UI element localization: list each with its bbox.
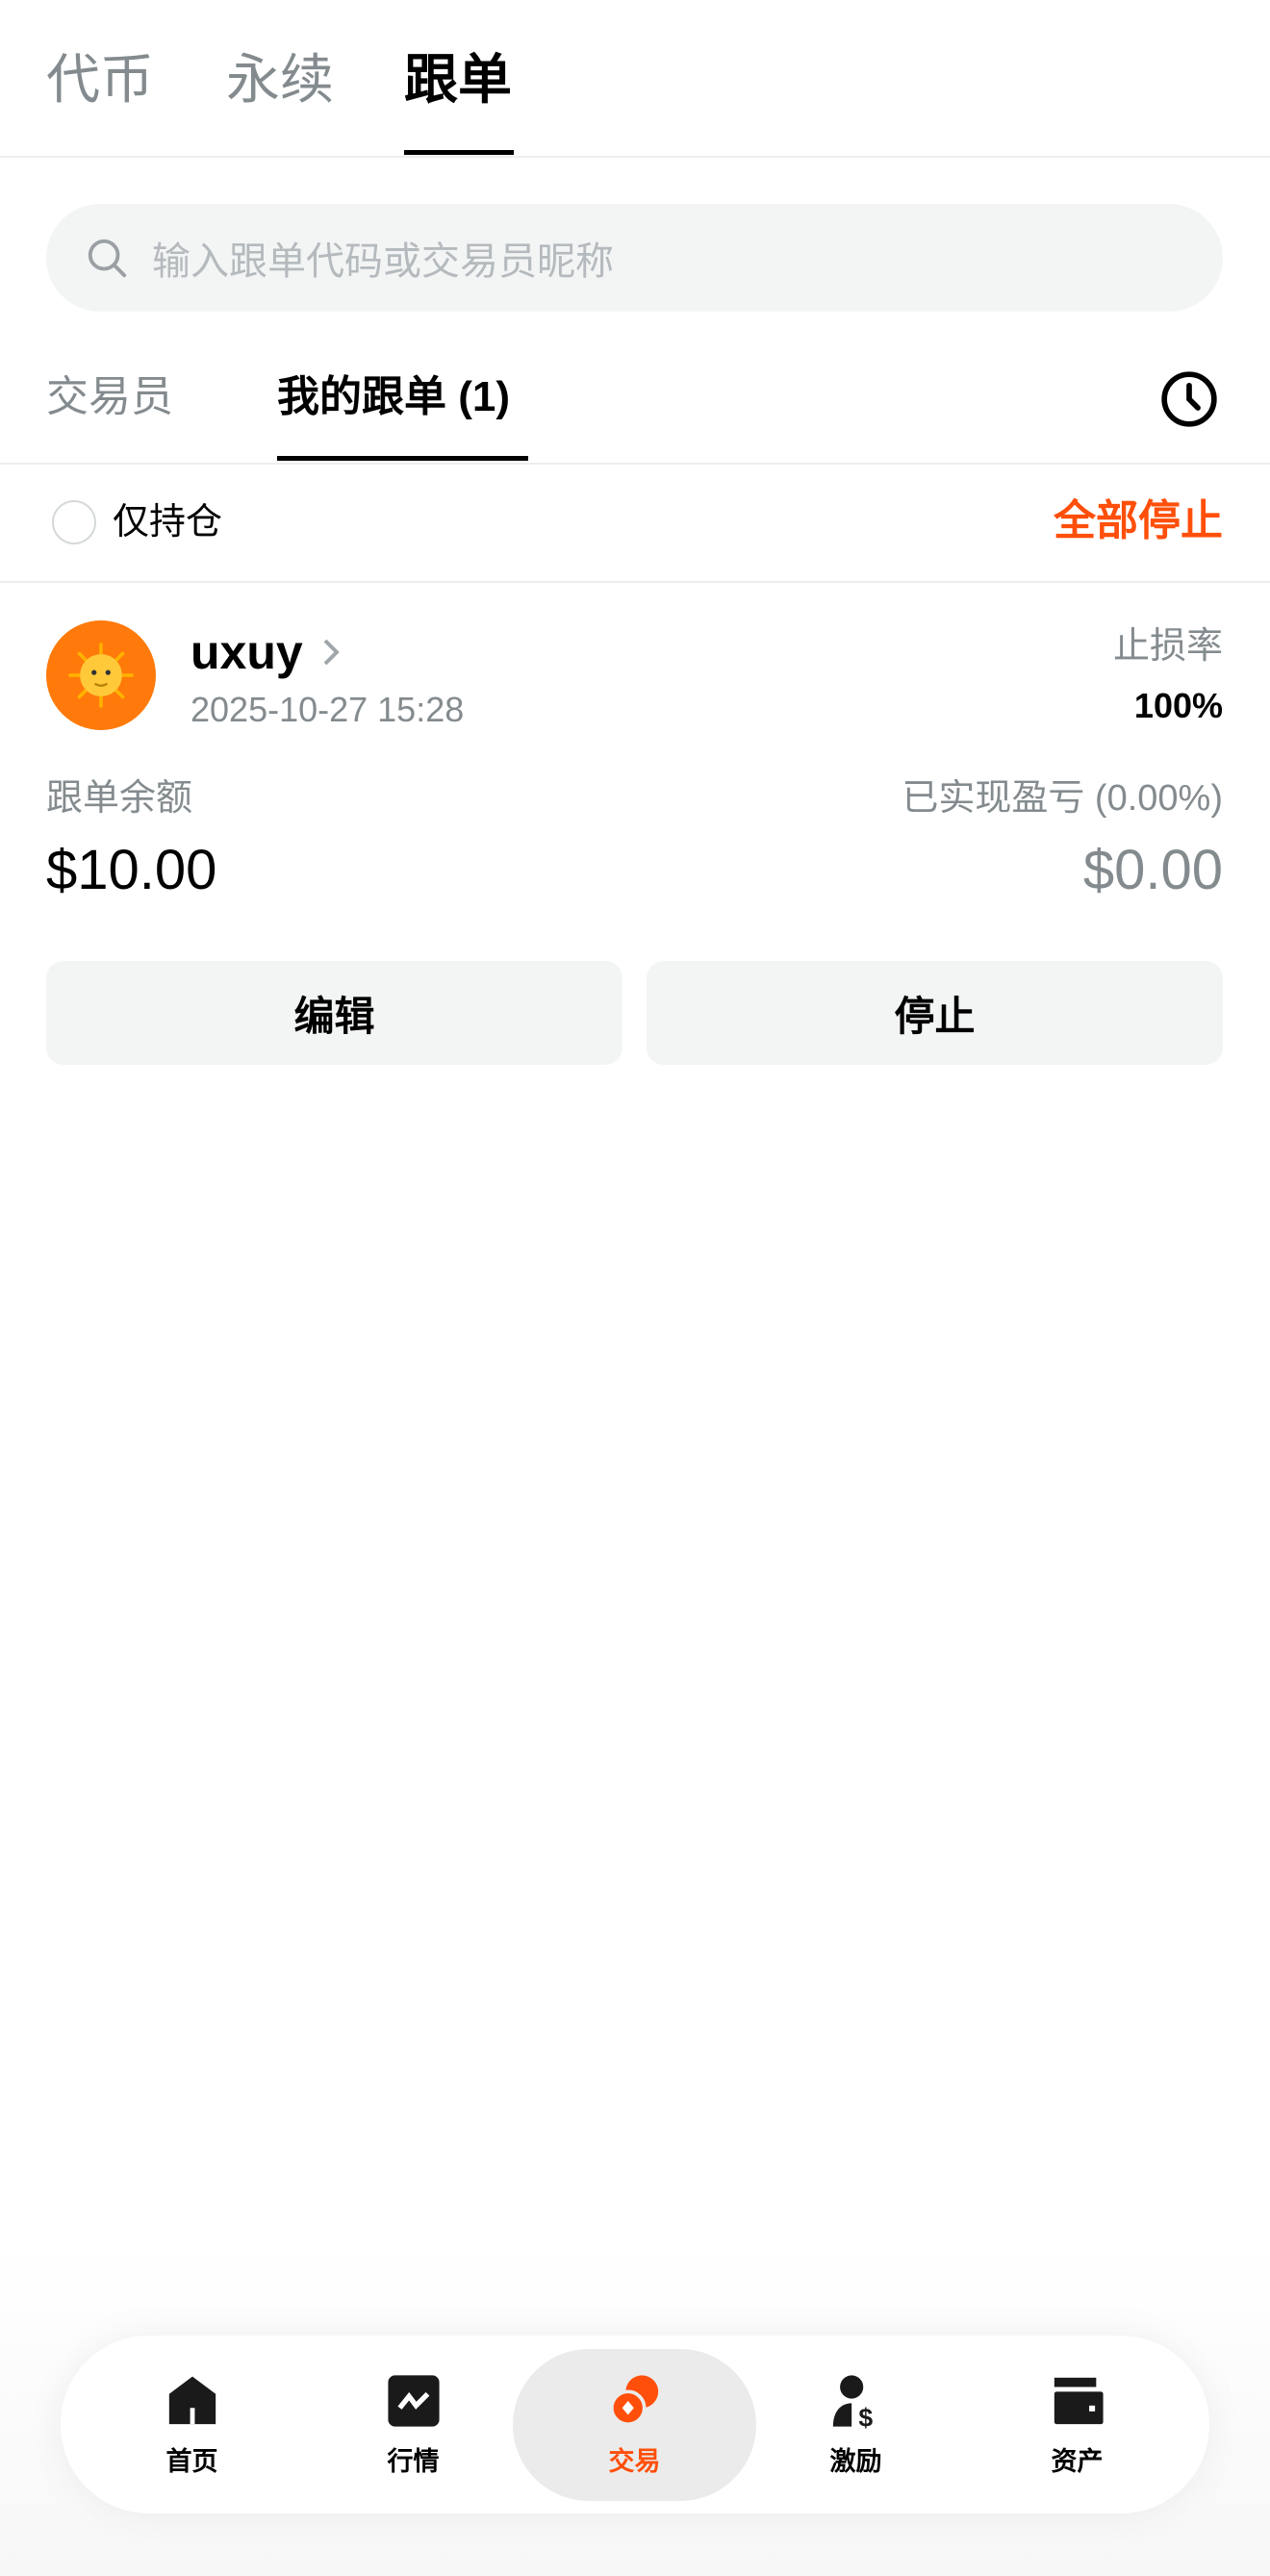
bottom-nav: 首页 行情 交易 $ 激励 资产 bbox=[61, 2336, 1209, 2513]
tab-underline bbox=[404, 150, 514, 155]
divider bbox=[0, 156, 1270, 158]
edit-button[interactable]: 编辑 bbox=[46, 961, 622, 1065]
trader-name-link[interactable]: uxuy bbox=[190, 623, 342, 681]
subtab-underline bbox=[277, 456, 528, 461]
nav-label: 行情 bbox=[388, 2440, 440, 2478]
divider bbox=[0, 463, 1270, 465]
only-positions-label: 仅持仓 bbox=[113, 500, 222, 544]
nav-trade[interactable]: 交易 bbox=[513, 2349, 756, 2501]
sun-face-icon bbox=[67, 642, 135, 709]
stop-all-button[interactable]: 全部停止 bbox=[1054, 494, 1223, 548]
user-dollar-icon: $ bbox=[828, 2373, 884, 2429]
wallet-icon bbox=[1050, 2373, 1105, 2429]
only-positions-checkbox[interactable] bbox=[52, 500, 96, 544]
stop-loss-value: 100% bbox=[1134, 685, 1223, 727]
nav-market[interactable]: 行情 bbox=[292, 2349, 535, 2501]
balance-label: 跟单余额 bbox=[46, 775, 192, 821]
copy-start-datetime: 2025-10-27 15:28 bbox=[190, 689, 464, 731]
svg-text:$: $ bbox=[858, 2403, 873, 2428]
tab-copy-trading[interactable]: 跟单 bbox=[404, 46, 512, 114]
nav-label: 交易 bbox=[609, 2440, 661, 2478]
divider bbox=[0, 581, 1270, 583]
nav-label: 资产 bbox=[1052, 2440, 1104, 2478]
realized-pnl-value: $0.00 bbox=[1083, 837, 1223, 904]
trader-avatar[interactable] bbox=[46, 620, 156, 730]
search-icon bbox=[85, 236, 129, 280]
realized-pnl-label: 已实现盈亏 (0.00%) bbox=[902, 775, 1223, 821]
chart-icon bbox=[386, 2373, 442, 2429]
trade-coins-icon bbox=[607, 2373, 663, 2429]
nav-label: 首页 bbox=[166, 2440, 218, 2478]
chevron-right-icon bbox=[320, 637, 342, 668]
nav-assets[interactable]: 资产 bbox=[955, 2349, 1199, 2501]
tab-perpetual[interactable]: 永续 bbox=[226, 46, 334, 114]
search-input[interactable]: 输入跟单代码或交易员昵称 bbox=[46, 204, 1223, 312]
home-icon bbox=[165, 2373, 220, 2429]
subtab-my-copies[interactable]: 我的跟单 (1) bbox=[277, 370, 510, 424]
balance-value: $10.00 bbox=[46, 837, 216, 904]
subtab-traders[interactable]: 交易员 bbox=[46, 370, 173, 424]
nav-label: 激励 bbox=[830, 2440, 882, 2478]
search-placeholder: 输入跟单代码或交易员昵称 bbox=[152, 230, 614, 286]
nav-rewards[interactable]: $ 激励 bbox=[734, 2349, 978, 2501]
stop-button[interactable]: 停止 bbox=[647, 961, 1223, 1065]
history-clock-icon[interactable] bbox=[1159, 369, 1219, 429]
tab-tokens[interactable]: 代币 bbox=[46, 46, 154, 114]
stop-loss-label: 止损率 bbox=[1113, 623, 1223, 669]
trader-name: uxuy bbox=[190, 623, 303, 681]
nav-home[interactable]: 首页 bbox=[70, 2349, 314, 2501]
